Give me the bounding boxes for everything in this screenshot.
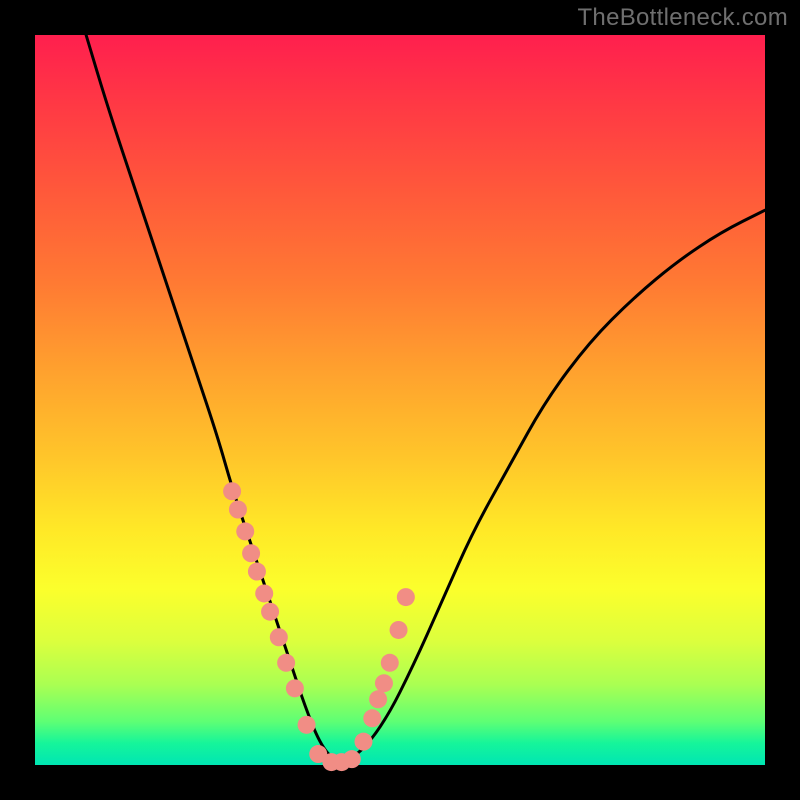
data-dot	[236, 522, 254, 540]
data-dot	[375, 674, 393, 692]
data-dot	[242, 544, 260, 562]
data-dot	[369, 690, 387, 708]
data-dot	[223, 482, 241, 500]
data-dot	[363, 709, 381, 727]
data-dot	[229, 501, 247, 519]
data-dot	[286, 679, 304, 697]
plot-svg	[35, 35, 765, 765]
data-dot	[397, 588, 415, 606]
dot-group	[223, 482, 415, 771]
data-dot	[248, 563, 266, 581]
data-dot	[277, 654, 295, 672]
bottleneck-curve	[86, 35, 765, 760]
data-dot	[390, 621, 408, 639]
data-dot	[343, 750, 361, 768]
chart-frame: TheBottleneck.com	[0, 0, 800, 800]
data-dot	[355, 733, 373, 751]
data-dot	[255, 584, 273, 602]
watermark-text: TheBottleneck.com	[577, 4, 788, 32]
plot-area	[35, 35, 765, 765]
data-dot	[381, 654, 399, 672]
data-dot	[261, 603, 279, 621]
data-dot	[270, 628, 288, 646]
data-dot	[298, 716, 316, 734]
